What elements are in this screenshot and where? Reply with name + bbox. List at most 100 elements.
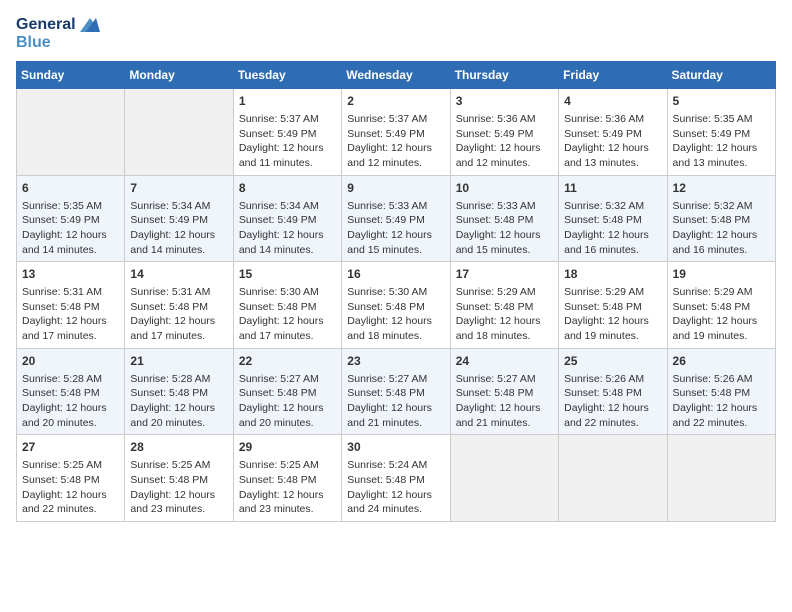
day-number: 20: [22, 353, 119, 370]
day-info: Sunrise: 5:31 AM Sunset: 5:48 PM Dayligh…: [22, 285, 119, 344]
calendar-cell: 30 Sunrise: 5:24 AM Sunset: 5:48 PM Dayli…: [342, 435, 450, 522]
day-number: 22: [239, 353, 336, 370]
weekday-header-cell: Thursday: [450, 62, 558, 89]
calendar-cell: [667, 435, 775, 522]
calendar-cell: 14 Sunrise: 5:31 AM Sunset: 5:48 PM Dayli…: [125, 262, 233, 349]
day-info: Sunrise: 5:26 AM Sunset: 5:48 PM Dayligh…: [564, 372, 661, 431]
day-info: Sunrise: 5:32 AM Sunset: 5:48 PM Dayligh…: [673, 199, 770, 258]
day-number: 26: [673, 353, 770, 370]
day-info: Sunrise: 5:27 AM Sunset: 5:48 PM Dayligh…: [456, 372, 553, 431]
weekday-header-cell: Saturday: [667, 62, 775, 89]
calendar-cell: 29Sunrise: 5:25 AM Sunset: 5:48 PM Dayli…: [233, 435, 341, 522]
calendar-cell: 1 Sunrise: 5:37 AM Sunset: 5:49 PM Daylig…: [233, 89, 341, 176]
day-info: Sunrise: 5:29 AM Sunset: 5:48 PM Dayligh…: [564, 285, 661, 344]
calendar-cell: 12 Sunrise: 5:32 AM Sunset: 5:48 PM Dayli…: [667, 175, 775, 262]
day-number: 14: [130, 266, 227, 283]
day-number: 13: [22, 266, 119, 283]
day-info: Sunrise: 5:34 AM Sunset: 5:49 PM Dayligh…: [239, 199, 336, 258]
page-header: General Blue: [16, 16, 776, 51]
day-info: Sunrise: 5:28 AM Sunset: 5:48 PM Dayligh…: [130, 372, 227, 431]
calendar-week-row: 1 Sunrise: 5:37 AM Sunset: 5:49 PM Daylig…: [17, 89, 776, 176]
calendar-week-row: 20 Sunrise: 5:28 AM Sunset: 5:48 PM Dayli…: [17, 348, 776, 435]
day-info: Sunrise: 5:35 AM Sunset: 5:49 PM Dayligh…: [22, 199, 119, 258]
day-number: 7: [130, 180, 227, 197]
day-info: Sunrise: 5:26 AM Sunset: 5:48 PM Dayligh…: [673, 372, 770, 431]
calendar-cell: 22 Sunrise: 5:27 AM Sunset: 5:48 PM Dayli…: [233, 348, 341, 435]
day-number: 6: [22, 180, 119, 197]
day-info: Sunrise: 5:29 AM Sunset: 5:48 PM Dayligh…: [456, 285, 553, 344]
calendar-cell: 13 Sunrise: 5:31 AM Sunset: 5:48 PM Dayli…: [17, 262, 125, 349]
logo: General Blue: [16, 16, 100, 51]
calendar-week-row: 27 Sunrise: 5:25 AM Sunset: 5:48 PM Dayli…: [17, 435, 776, 522]
day-info: Sunrise: 5:35 AM Sunset: 5:49 PM Dayligh…: [673, 112, 770, 171]
calendar-cell: 8 Sunrise: 5:34 AM Sunset: 5:49 PM Daylig…: [233, 175, 341, 262]
calendar-cell: 9Sunrise: 5:33 AM Sunset: 5:49 PM Daylig…: [342, 175, 450, 262]
calendar-cell: 23 Sunrise: 5:27 AM Sunset: 5:48 PM Dayli…: [342, 348, 450, 435]
day-info: Sunrise: 5:25 AM Sunset: 5:48 PM Dayligh…: [22, 458, 119, 517]
day-number: 10: [456, 180, 553, 197]
day-number: 24: [456, 353, 553, 370]
calendar-table: SundayMondayTuesdayWednesdayThursdayFrid…: [16, 61, 776, 522]
calendar-cell: 17 Sunrise: 5:29 AM Sunset: 5:48 PM Dayli…: [450, 262, 558, 349]
calendar-week-row: 6 Sunrise: 5:35 AM Sunset: 5:49 PM Daylig…: [17, 175, 776, 262]
calendar-cell: 6 Sunrise: 5:35 AM Sunset: 5:49 PM Daylig…: [17, 175, 125, 262]
day-info: Sunrise: 5:34 AM Sunset: 5:49 PM Dayligh…: [130, 199, 227, 258]
calendar-cell: [450, 435, 558, 522]
calendar-cell: 16Sunrise: 5:30 AM Sunset: 5:48 PM Dayli…: [342, 262, 450, 349]
day-number: 11: [564, 180, 661, 197]
day-number: 28: [130, 439, 227, 456]
calendar-cell: 15 Sunrise: 5:30 AM Sunset: 5:48 PM Dayli…: [233, 262, 341, 349]
weekday-header-row: SundayMondayTuesdayWednesdayThursdayFrid…: [17, 62, 776, 89]
weekday-header-cell: Wednesday: [342, 62, 450, 89]
calendar-cell: 25 Sunrise: 5:26 AM Sunset: 5:48 PM Dayli…: [559, 348, 667, 435]
logo-text-general: General: [16, 16, 100, 34]
calendar-cell: 11 Sunrise: 5:32 AM Sunset: 5:48 PM Dayli…: [559, 175, 667, 262]
day-number: 16: [347, 266, 444, 283]
calendar-cell: 24 Sunrise: 5:27 AM Sunset: 5:48 PM Dayli…: [450, 348, 558, 435]
day-info: Sunrise: 5:28 AM Sunset: 5:48 PM Dayligh…: [22, 372, 119, 431]
day-number: 23: [347, 353, 444, 370]
day-info: Sunrise: 5:37 AM Sunset: 5:49 PM Dayligh…: [347, 112, 444, 171]
calendar-cell: 2 Sunrise: 5:37 AM Sunset: 5:49 PM Daylig…: [342, 89, 450, 176]
day-info: Sunrise: 5:36 AM Sunset: 5:49 PM Dayligh…: [456, 112, 553, 171]
day-number: 1: [239, 93, 336, 110]
day-number: 4: [564, 93, 661, 110]
day-info: Sunrise: 5:31 AM Sunset: 5:48 PM Dayligh…: [130, 285, 227, 344]
day-number: 8: [239, 180, 336, 197]
calendar-cell: 4Sunrise: 5:36 AM Sunset: 5:49 PM Daylig…: [559, 89, 667, 176]
day-number: 30: [347, 439, 444, 456]
calendar-cell: [125, 89, 233, 176]
calendar-cell: 3 Sunrise: 5:36 AM Sunset: 5:49 PM Daylig…: [450, 89, 558, 176]
weekday-header-cell: Friday: [559, 62, 667, 89]
calendar-cell: 5 Sunrise: 5:35 AM Sunset: 5:49 PM Daylig…: [667, 89, 775, 176]
day-number: 27: [22, 439, 119, 456]
calendar-week-row: 13 Sunrise: 5:31 AM Sunset: 5:48 PM Dayli…: [17, 262, 776, 349]
day-info: Sunrise: 5:37 AM Sunset: 5:49 PM Dayligh…: [239, 112, 336, 171]
day-number: 21: [130, 353, 227, 370]
logo-arrow-icon: [80, 18, 100, 32]
calendar-cell: 19Sunrise: 5:29 AM Sunset: 5:48 PM Dayli…: [667, 262, 775, 349]
day-number: 15: [239, 266, 336, 283]
day-info: Sunrise: 5:27 AM Sunset: 5:48 PM Dayligh…: [347, 372, 444, 431]
day-number: 12: [673, 180, 770, 197]
logo-text-blue: Blue: [16, 34, 100, 52]
day-number: 17: [456, 266, 553, 283]
day-number: 9: [347, 180, 444, 197]
day-number: 2: [347, 93, 444, 110]
day-number: 25: [564, 353, 661, 370]
calendar-cell: [559, 435, 667, 522]
calendar-cell: 7 Sunrise: 5:34 AM Sunset: 5:49 PM Daylig…: [125, 175, 233, 262]
day-info: Sunrise: 5:32 AM Sunset: 5:48 PM Dayligh…: [564, 199, 661, 258]
calendar-cell: 27 Sunrise: 5:25 AM Sunset: 5:48 PM Dayli…: [17, 435, 125, 522]
weekday-header-cell: Sunday: [17, 62, 125, 89]
calendar-cell: 10Sunrise: 5:33 AM Sunset: 5:48 PM Dayli…: [450, 175, 558, 262]
day-info: Sunrise: 5:24 AM Sunset: 5:48 PM Dayligh…: [347, 458, 444, 517]
day-info: Sunrise: 5:30 AM Sunset: 5:48 PM Dayligh…: [239, 285, 336, 344]
calendar-cell: 20 Sunrise: 5:28 AM Sunset: 5:48 PM Dayli…: [17, 348, 125, 435]
day-number: 3: [456, 93, 553, 110]
day-info: Sunrise: 5:29 AM Sunset: 5:48 PM Dayligh…: [673, 285, 770, 344]
calendar-cell: 26 Sunrise: 5:26 AM Sunset: 5:48 PM Dayli…: [667, 348, 775, 435]
weekday-header-cell: Monday: [125, 62, 233, 89]
day-number: 5: [673, 93, 770, 110]
day-info: Sunrise: 5:27 AM Sunset: 5:48 PM Dayligh…: [239, 372, 336, 431]
